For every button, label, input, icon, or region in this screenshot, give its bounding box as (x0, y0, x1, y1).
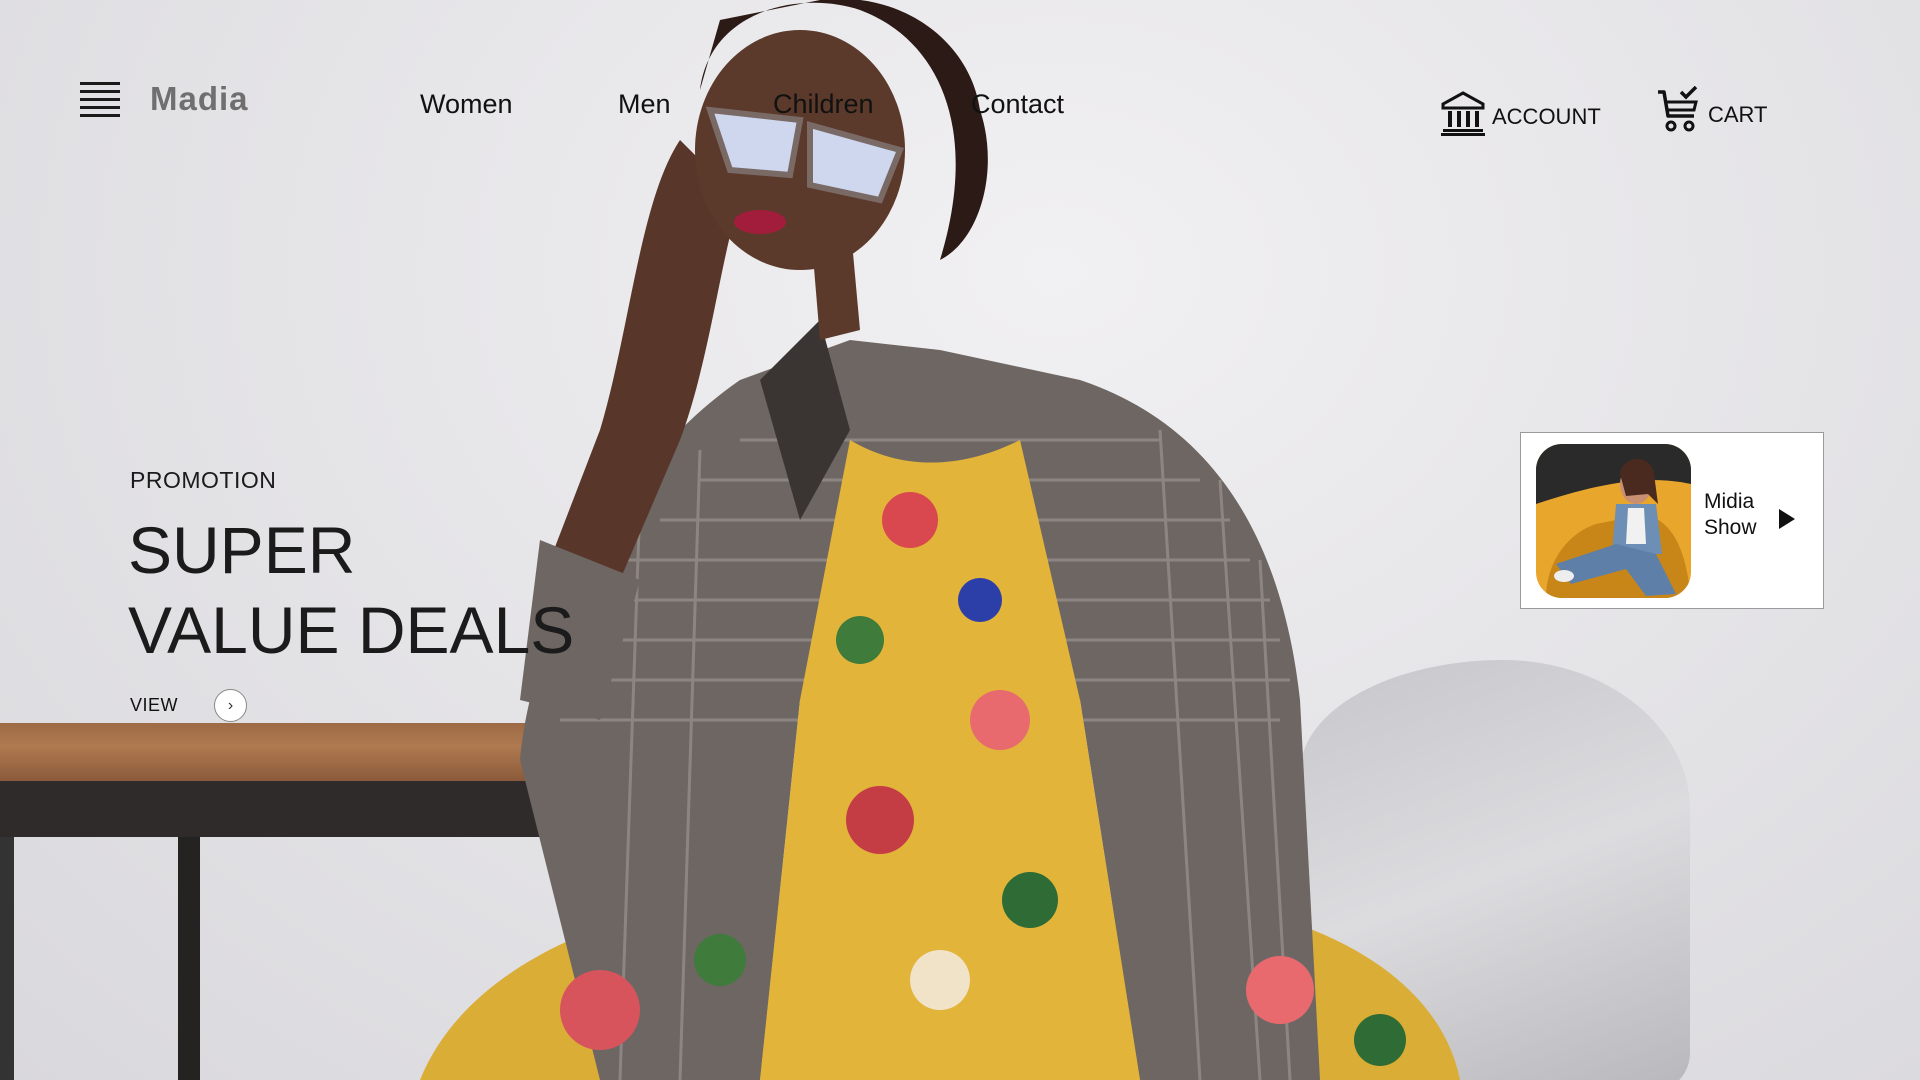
chevron-right-icon[interactable]: › (214, 689, 248, 722)
media-thumbnail (1536, 444, 1691, 598)
cart-link[interactable]: CART (1656, 82, 1768, 134)
play-icon[interactable] (1779, 509, 1795, 529)
view-promo-link[interactable]: VIEW › (130, 689, 248, 722)
view-label: VIEW (130, 695, 179, 715)
account-label: ACCOUNT (1492, 104, 1601, 129)
nav-children[interactable]: Children (773, 89, 874, 120)
promo-title-line1: SUPER (128, 513, 356, 587)
bank-icon (1441, 91, 1485, 136)
media-title: Midia Show (1704, 489, 1764, 541)
media-show-card[interactable]: Midia Show (1520, 432, 1824, 609)
account-link[interactable]: ACCOUNT (1440, 84, 1601, 136)
promo-title-line2: VALUE DEALS (128, 593, 575, 667)
media-title-line2: Show (1704, 516, 1757, 539)
nav-men[interactable]: Men (618, 89, 671, 120)
promo-title: SUPER VALUE DEALS (128, 510, 574, 670)
cart-check-icon (1658, 86, 1698, 132)
brand-logo[interactable]: Madia (150, 80, 249, 118)
table-frame (0, 837, 14, 1080)
cart-label: CART (1708, 102, 1768, 127)
promo-kicker: PROMOTION (130, 467, 277, 493)
hamburger-menu-icon[interactable] (80, 82, 120, 117)
nav-women[interactable]: Women (420, 89, 513, 120)
nav-contact[interactable]: Contact (971, 89, 1064, 120)
media-title-line1: Midia (1704, 490, 1755, 513)
table-leg (178, 837, 200, 1080)
